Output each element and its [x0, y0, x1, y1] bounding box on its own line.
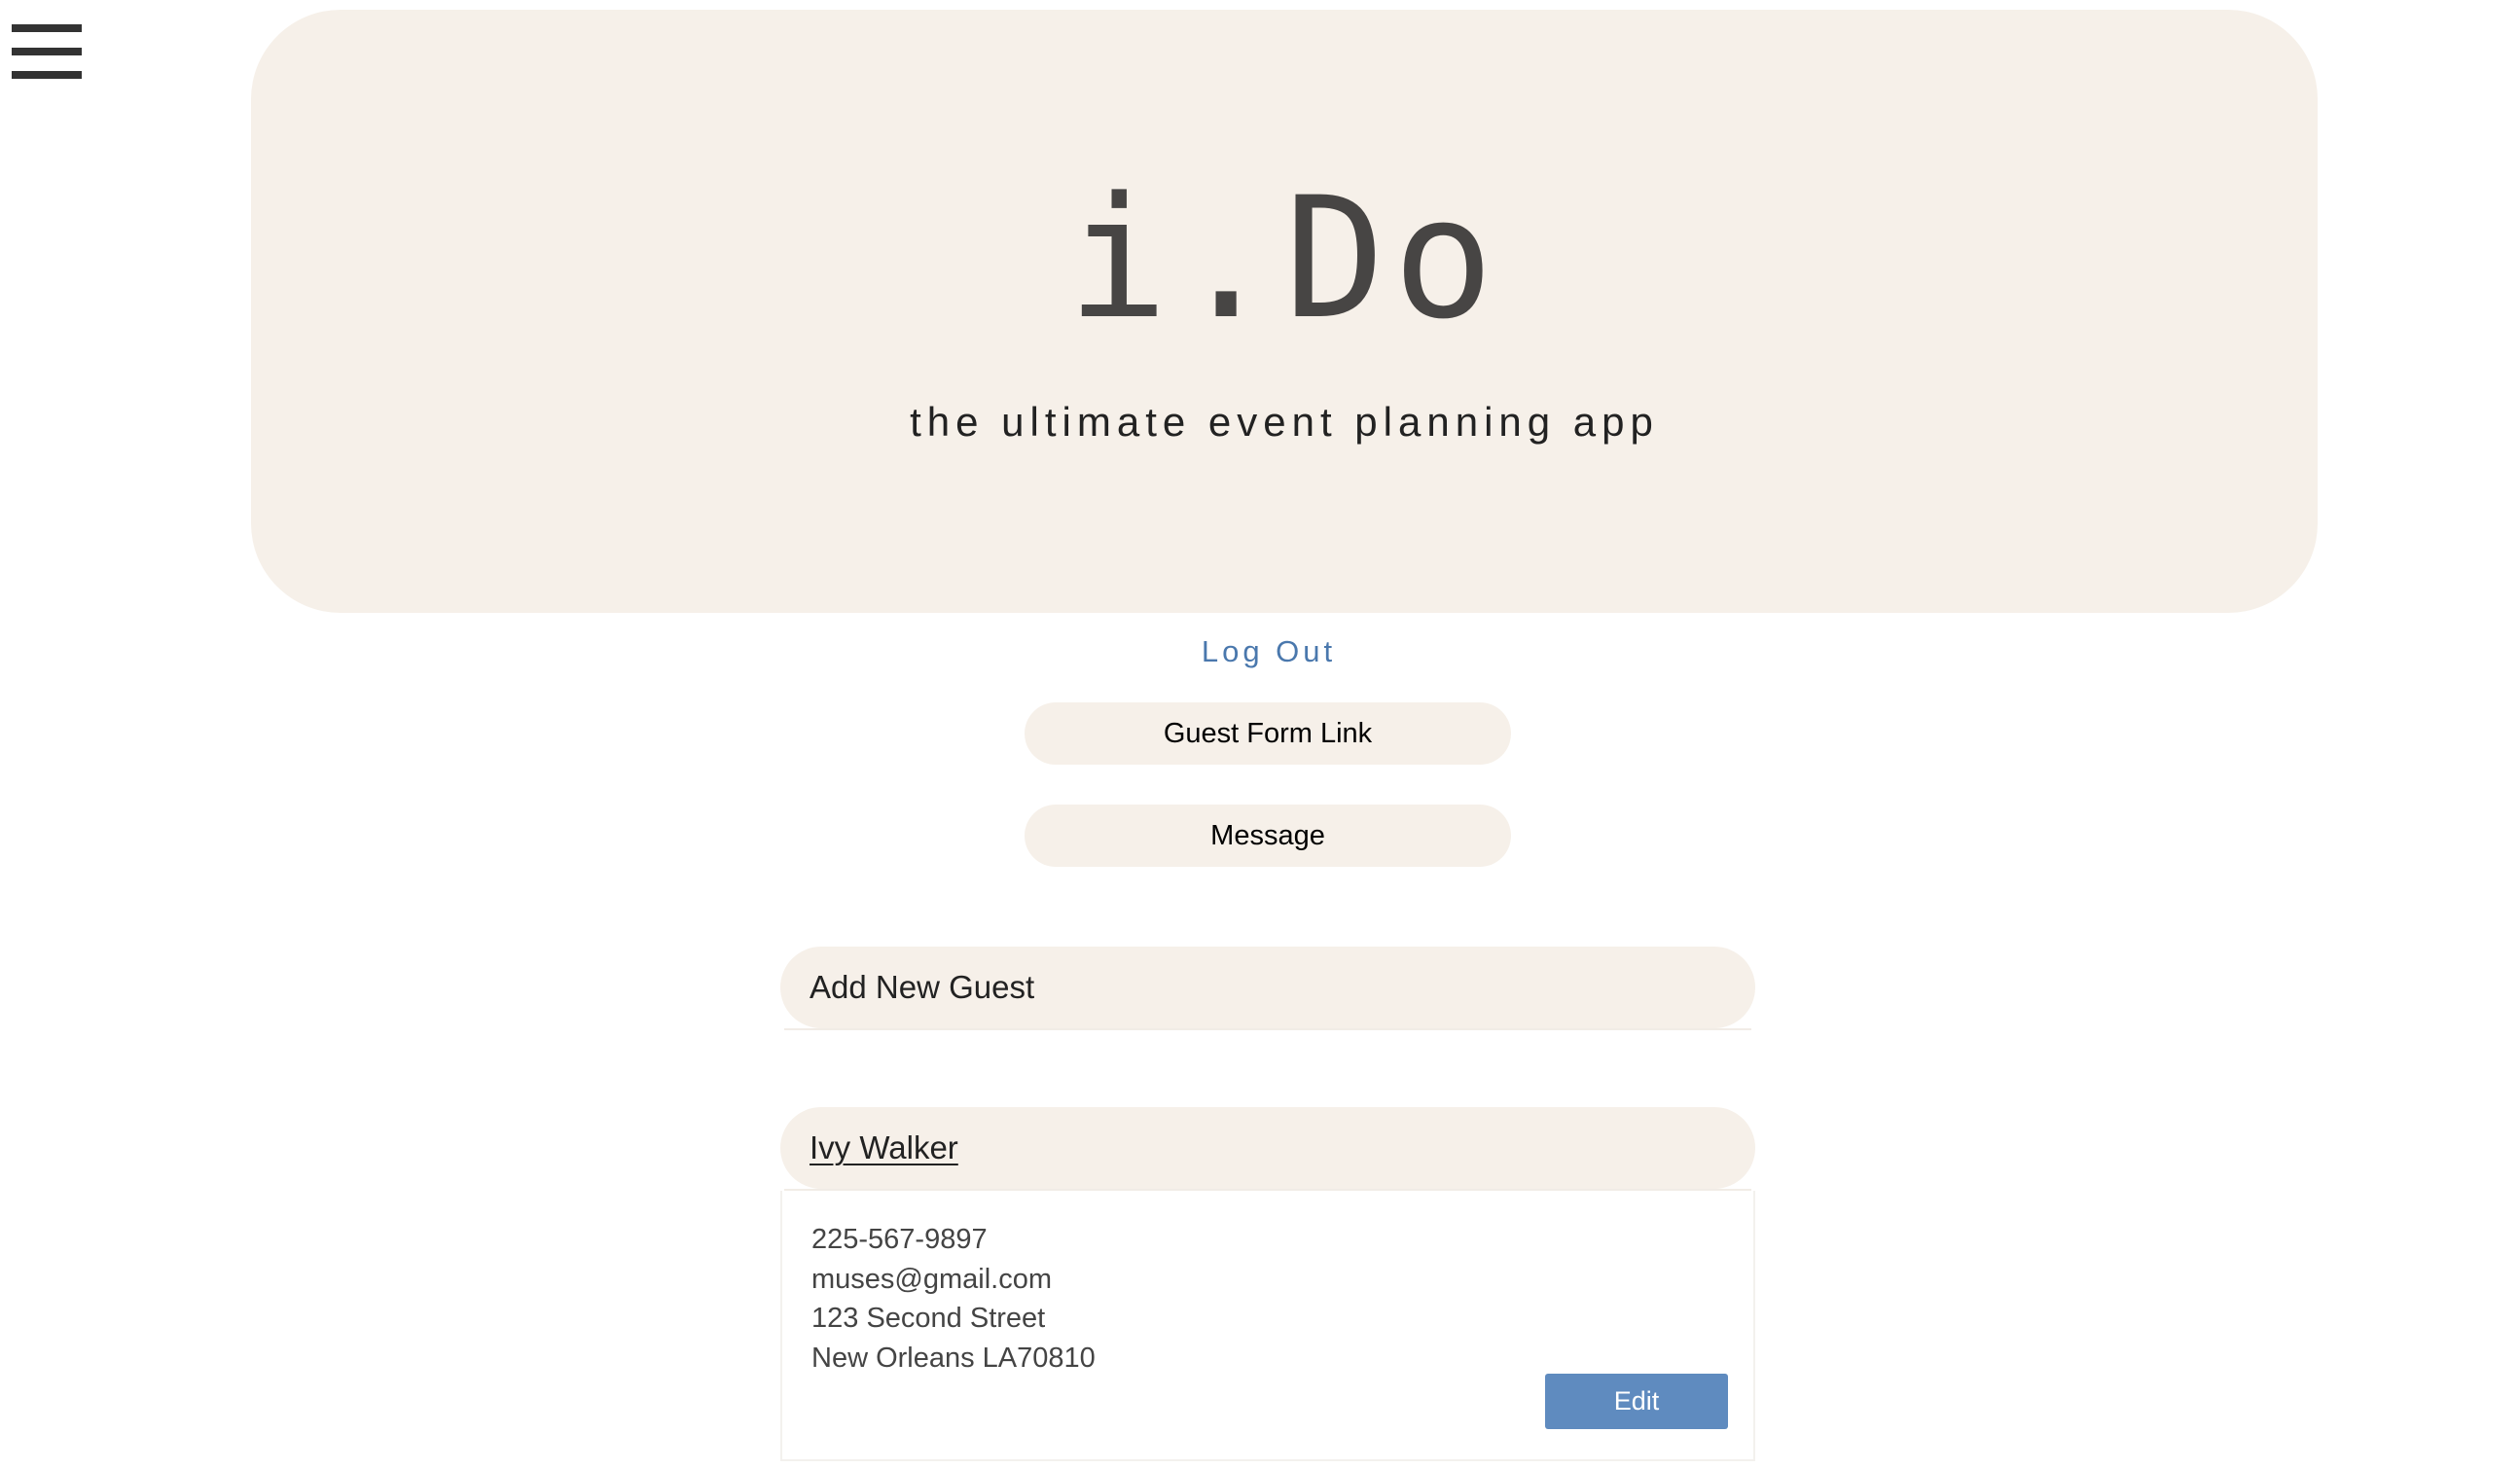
guest-contact-info: 225-567-9897 muses@gmail.com 123 Second …: [811, 1220, 1096, 1378]
guest-details: 225-567-9897 muses@gmail.com 123 Second …: [780, 1191, 1755, 1461]
message-button[interactable]: Message: [1025, 805, 1511, 867]
guest-email: muses@gmail.com: [811, 1263, 1052, 1295]
guest-card-header[interactable]: Ivy Walker: [780, 1107, 1755, 1189]
add-guest-panel: Add New Guest: [780, 947, 1755, 1030]
guest-phone: 225-567-9897: [811, 1224, 988, 1255]
guest-name-link[interactable]: Ivy Walker: [810, 1129, 958, 1165]
logout-link[interactable]: Log Out: [0, 634, 2520, 669]
hamburger-menu-icon[interactable]: [12, 24, 82, 79]
guest-card: Ivy Walker 225-567-9897 muses@gmail.com …: [780, 1107, 1755, 1461]
add-guest-header[interactable]: Add New Guest: [780, 947, 1755, 1028]
guest-city-state-zip: New Orleans LA70810: [811, 1342, 1096, 1374]
add-guest-title: Add New Guest: [810, 969, 1035, 1005]
divider: [784, 1028, 1751, 1030]
guest-street: 123 Second Street: [811, 1303, 1046, 1334]
edit-guest-button[interactable]: Edit: [1545, 1374, 1728, 1429]
app-logo: i.Do: [1066, 161, 1502, 356]
hero-banner: i.Do the ultimate event planning app: [251, 10, 2318, 613]
menu-bar: [12, 24, 82, 32]
app-tagline: the ultimate event planning app: [910, 399, 1659, 445]
menu-bar: [12, 71, 82, 79]
guest-form-link-button[interactable]: Guest Form Link: [1025, 702, 1511, 765]
menu-bar: [12, 48, 82, 55]
